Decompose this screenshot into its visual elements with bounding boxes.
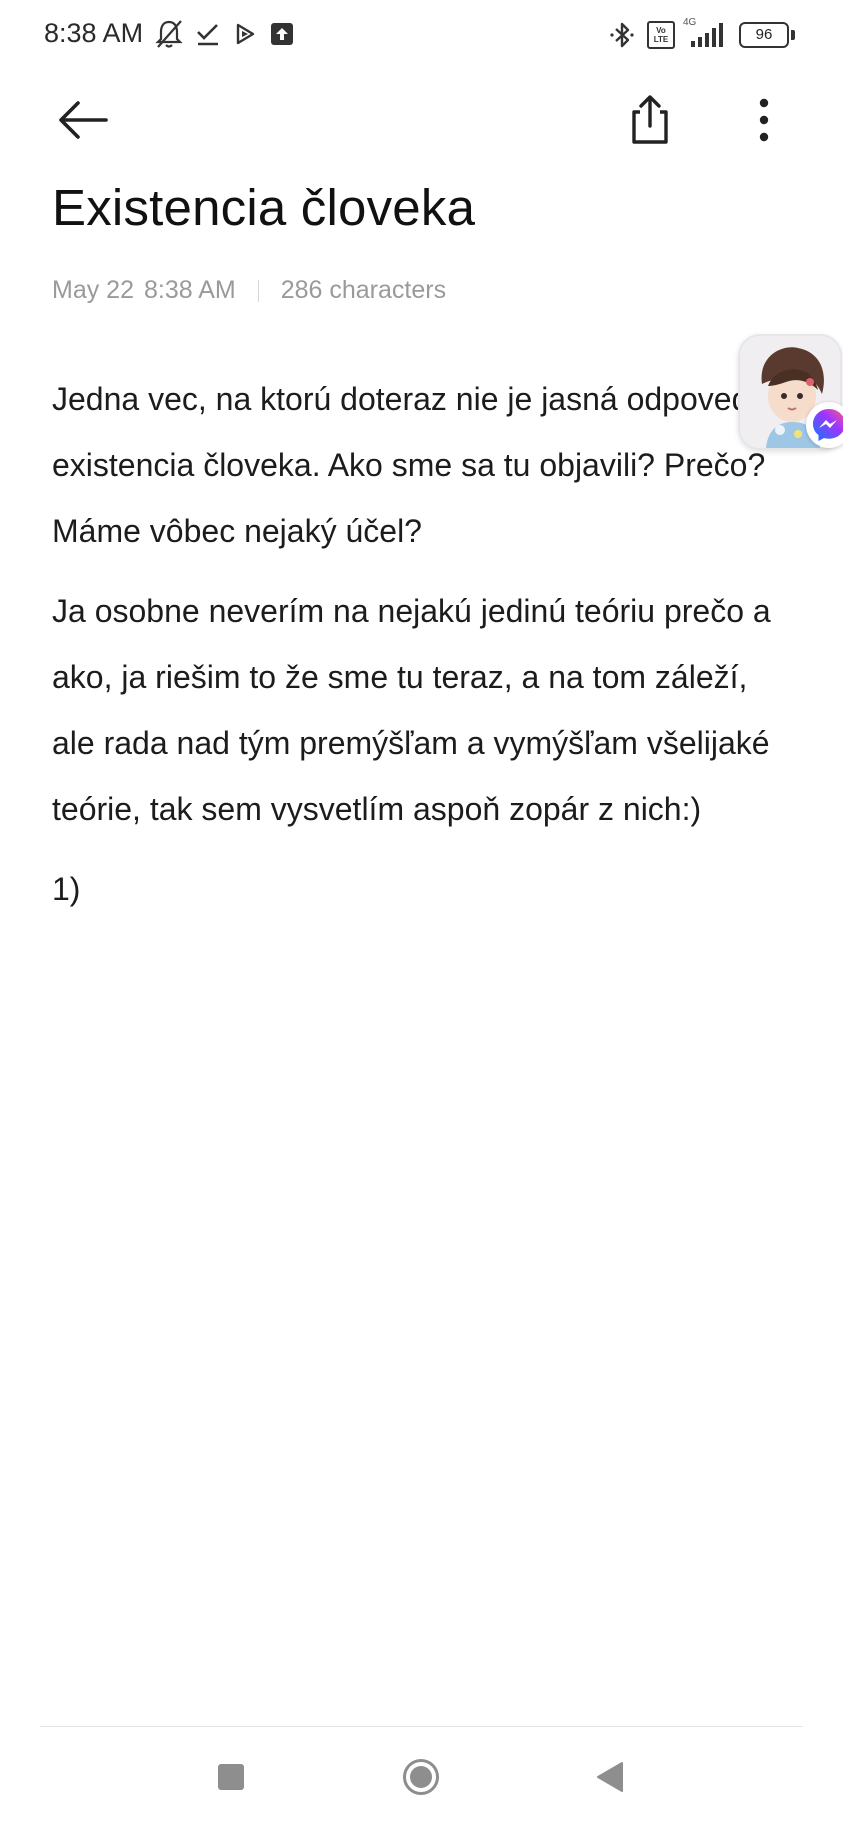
status-left: 8:38 AM	[44, 18, 295, 49]
note-paragraph: Jedna vec, na ktorú doteraz nie je jasná…	[52, 381, 794, 549]
status-right: Vo LTE 4G 96	[607, 17, 795, 50]
check-icon	[195, 21, 221, 47]
nav-back-button[interactable]	[594, 1760, 624, 1794]
note-date: May 22	[52, 276, 134, 304]
more-vertical-icon	[759, 98, 769, 142]
messenger-icon	[813, 409, 843, 441]
status-bar: 8:38 AM Vo LTE 4G 96	[0, 0, 843, 74]
note-meta: May 22 8:38 AM 286 characters	[52, 276, 446, 305]
char-count: 286 characters	[280, 276, 447, 304]
note-title[interactable]: Existencia človeka	[52, 178, 475, 237]
note-time: 8:38 AM	[143, 276, 236, 304]
upload-icon	[269, 21, 295, 47]
volte-icon: Vo LTE	[647, 21, 675, 49]
more-options-button[interactable]	[744, 94, 784, 146]
triangle-back-icon	[597, 1762, 623, 1792]
share-button[interactable]	[622, 92, 678, 148]
play-store-icon	[233, 22, 257, 46]
toolbar	[0, 90, 843, 150]
bluetooth-icon	[607, 20, 637, 50]
status-time: 8:38 AM	[44, 18, 144, 48]
recents-button[interactable]	[218, 1764, 244, 1790]
volte-line1: Vo	[656, 26, 666, 35]
home-button[interactable]	[402, 1758, 440, 1796]
signal-icon: 4G	[683, 17, 729, 49]
note-body[interactable]: Jedna vec, na ktorú doteraz nie je jasná…	[52, 366, 797, 936]
battery-tip	[791, 30, 795, 40]
share-icon	[632, 95, 668, 144]
network-type: 4G	[683, 17, 697, 28]
note-paragraph: Ja osobne neverím na nejakú jedinú teóri…	[52, 593, 771, 827]
volte-line2: LTE	[653, 35, 669, 44]
arrow-left-icon	[59, 101, 108, 139]
battery-icon: 96	[739, 22, 795, 48]
system-nav-bar	[0, 1740, 843, 1810]
battery-level: 96	[739, 22, 789, 48]
meta-divider	[257, 279, 259, 302]
messenger-badge	[806, 402, 843, 448]
note-paragraph: 1)	[52, 871, 81, 907]
home-circle-icon	[403, 1759, 439, 1795]
nav-divider	[40, 1726, 803, 1727]
bell-off-icon	[155, 19, 183, 49]
back-button[interactable]	[56, 98, 112, 142]
